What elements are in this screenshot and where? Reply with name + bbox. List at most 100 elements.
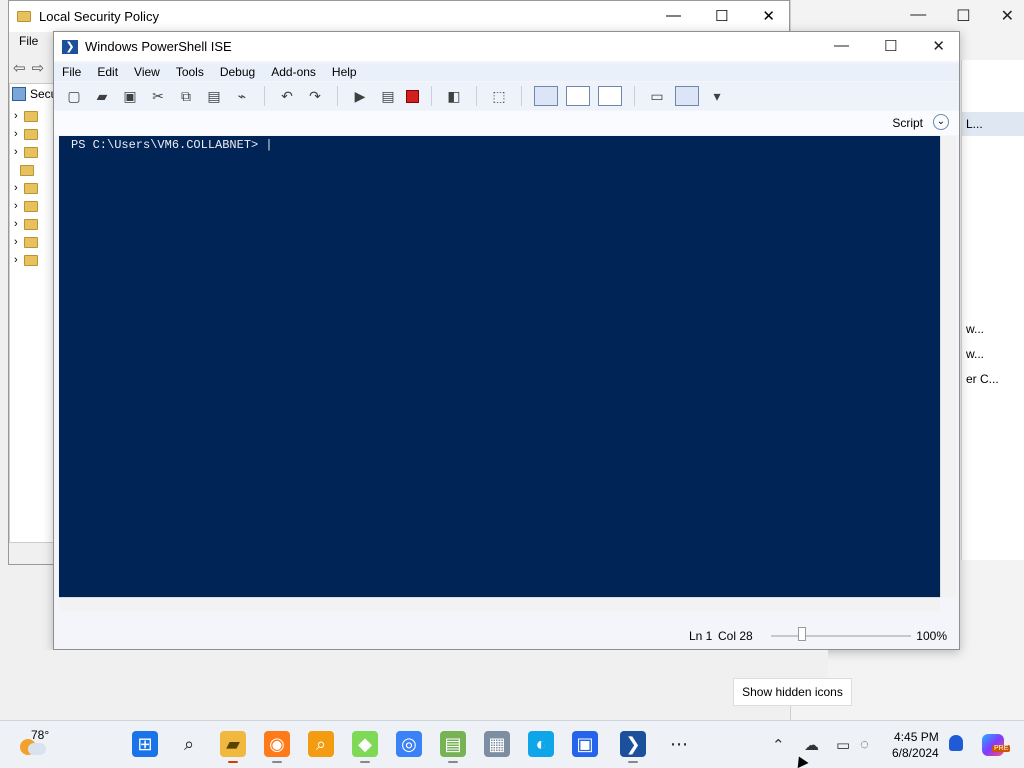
computer-icon [23, 236, 38, 248]
firefox-icon[interactable]: ◉ [264, 731, 290, 757]
tree-item[interactable]: › [14, 144, 38, 160]
chevron-right-icon[interactable]: › [14, 200, 18, 212]
chevron-right-icon[interactable]: › [14, 218, 18, 230]
save-icon[interactable]: ▣ [120, 86, 140, 106]
undo-icon[interactable]: ↶ [277, 86, 297, 106]
chevron-right-icon[interactable]: › [14, 110, 18, 122]
show-addon-icon[interactable] [675, 86, 699, 106]
tree-item[interactable]: › [14, 198, 38, 214]
menu-edit[interactable]: Edit [97, 65, 118, 79]
display-icon[interactable]: ▭ [836, 736, 850, 754]
copy-icon[interactable]: ⧉ [176, 86, 196, 106]
layout-right-icon[interactable] [566, 86, 590, 106]
close-button[interactable]: ✕ [1001, 6, 1014, 26]
layout-maximized-icon[interactable] [598, 86, 622, 106]
temperature: 78° [31, 728, 50, 742]
chevron-right-icon[interactable]: › [14, 236, 18, 248]
toolbar-separator [521, 86, 522, 106]
tree-root[interactable]: Secu [12, 87, 57, 101]
menu-file[interactable]: File [62, 65, 81, 79]
start-glyph: ⊞ [137, 733, 153, 754]
stop-icon[interactable] [406, 89, 419, 103]
chevron-down-icon[interactable]: ⌄ [933, 114, 949, 130]
lsp-menu-file[interactable]: File [19, 34, 38, 48]
chevron-right-icon[interactable]: › [14, 128, 18, 140]
more-glyph: ⋯ [670, 733, 688, 754]
zoom-slider-thumb[interactable] [798, 627, 806, 641]
forward-icon[interactable]: ⇨ [32, 59, 45, 77]
show-command-icon[interactable]: ▭ [647, 86, 667, 106]
close-button[interactable]: ✕ [932, 37, 945, 55]
chevron-right-icon[interactable]: › [14, 254, 18, 266]
tree-item[interactable] [14, 162, 34, 178]
file-explorer-icon[interactable]: ▰ [220, 731, 246, 757]
zoom-slider-track[interactable] [771, 635, 911, 637]
folder-icon [20, 164, 34, 176]
minimize-button[interactable]: — [910, 6, 926, 26]
running-indicator [448, 761, 458, 763]
menu-help[interactable]: Help [332, 65, 357, 79]
close-button[interactable]: ✕ [762, 7, 775, 25]
tree-item[interactable]: › [14, 180, 38, 196]
search-app-icon[interactable]: ⌕ [308, 731, 334, 757]
tree-item[interactable]: › [14, 252, 38, 268]
menu-tools[interactable]: Tools [176, 65, 204, 79]
tree-item[interactable]: › [14, 234, 38, 250]
paste-icon[interactable]: ▤ [204, 86, 224, 106]
chevron-right-icon[interactable]: › [14, 146, 18, 158]
network-icon[interactable]: ◌ [860, 736, 869, 753]
cloud-off-icon[interactable]: ☁ [804, 736, 819, 754]
maximize-button[interactable]: ☐ [715, 7, 728, 25]
toolbar-separator [634, 86, 635, 106]
redo-icon[interactable]: ↷ [305, 86, 325, 106]
panel-item[interactable]: w... [962, 342, 1024, 366]
panel-item[interactable]: w... [962, 317, 1024, 341]
edge-icon[interactable]: ◐ [528, 731, 554, 757]
minimize-button[interactable]: — [666, 7, 681, 25]
back-icon[interactable]: ⇦ [13, 59, 26, 77]
tree-item[interactable]: › [14, 216, 38, 232]
panel-header[interactable]: L... [962, 112, 1024, 136]
notification-bell-icon[interactable] [949, 735, 963, 751]
clock[interactable]: 4:45 PM 6/8/2024 [892, 729, 939, 761]
console-icon[interactable]: ⬚ [489, 86, 509, 106]
console-pane[interactable]: PS C:\Users\VM6.COLLABNET> | [59, 136, 940, 597]
search-icon[interactable]: ⌕ [176, 731, 202, 757]
menu-debug[interactable]: Debug [220, 65, 255, 79]
start-icon[interactable]: ⊞ [132, 731, 158, 757]
new-file-icon[interactable]: ▢ [64, 86, 84, 106]
chart-app-icon[interactable]: ▤ [440, 731, 466, 757]
clear-icon[interactable]: ⌁ [232, 86, 252, 106]
file-explorer-glyph: ▰ [226, 733, 240, 754]
minimize-button[interactable]: — [834, 37, 849, 55]
tooltip-text: Show hidden icons [742, 685, 843, 699]
open-folder-icon[interactable]: ▰ [92, 86, 112, 106]
tree-item[interactable]: › [14, 126, 38, 142]
folder-icon [23, 218, 38, 230]
menu-view[interactable]: View [134, 65, 160, 79]
panel-item[interactable]: er C... [962, 367, 1024, 391]
lsp-tree: Secu › › › › › › › › [9, 83, 57, 543]
powershell-taskbar-icon[interactable]: ❯ [620, 731, 646, 757]
cut-icon[interactable]: ✂ [148, 86, 168, 106]
more-icon[interactable]: ⋯ [666, 731, 692, 757]
horizontal-scrollbar[interactable] [59, 597, 940, 611]
maximize-button[interactable]: ☐ [884, 37, 897, 55]
tree-item[interactable]: › [14, 108, 38, 124]
chevron-right-icon[interactable]: › [14, 182, 18, 194]
calculator-icon[interactable]: ▦ [484, 731, 510, 757]
vertical-scrollbar[interactable] [940, 136, 956, 597]
toolbar-overflow-icon[interactable]: ▾ [707, 86, 727, 106]
remote-icon[interactable]: ◧ [444, 86, 464, 106]
store-icon[interactable]: ▣ [572, 731, 598, 757]
active-indicator [228, 761, 238, 763]
script-label[interactable]: Script [892, 116, 923, 130]
app-icon[interactable]: ◆ [352, 731, 378, 757]
menu-add-ons[interactable]: Add-ons [271, 65, 316, 79]
maximize-button[interactable]: ☐ [956, 6, 970, 26]
chrome-icon[interactable]: ◎ [396, 731, 422, 757]
run-icon[interactable]: ▶ [350, 86, 370, 106]
chevron-up-icon[interactable]: ⌃ [772, 736, 785, 754]
layout-top-icon[interactable] [534, 86, 558, 106]
run-selection-icon[interactable]: ▤ [378, 86, 398, 106]
